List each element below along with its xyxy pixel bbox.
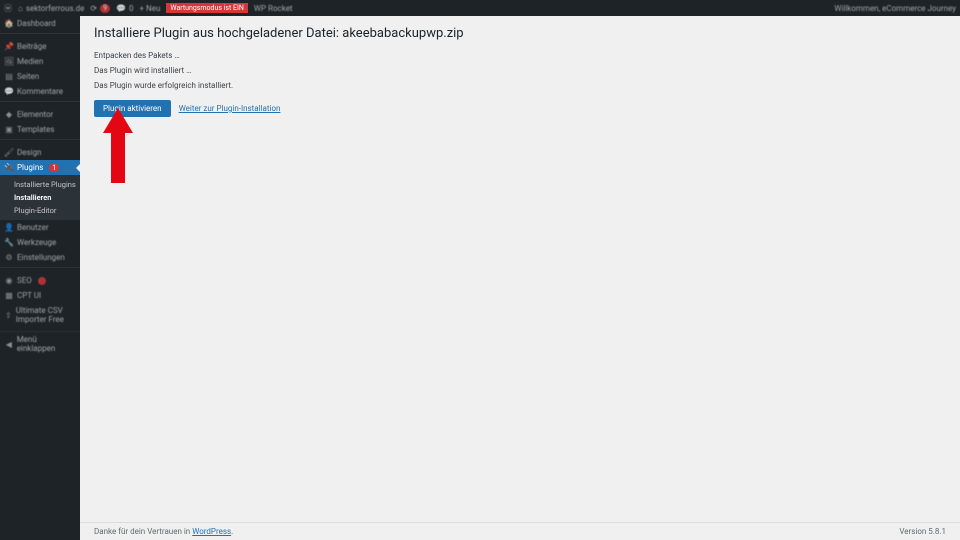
sidebar-item-templates[interactable]: ▣ Templates bbox=[0, 122, 80, 137]
comments-item[interactable]: 💬 0 bbox=[116, 4, 133, 13]
maintenance-item[interactable]: Wartungsmodus ist EIN bbox=[166, 3, 248, 13]
new-content-item[interactable]: + Neu bbox=[140, 4, 161, 13]
sidebar-label: Medien bbox=[17, 57, 43, 66]
cpt-icon: ▦ bbox=[5, 292, 13, 300]
sidebar-label: Elementor bbox=[17, 110, 53, 119]
sidebar-label: CPT UI bbox=[17, 291, 41, 300]
sidebar-item-elementor[interactable]: ◆ Elementor bbox=[0, 107, 80, 122]
action-row: Plugin aktivieren Weiter zur Plugin-Inst… bbox=[94, 100, 946, 117]
comments-icon: 💬 bbox=[5, 88, 13, 96]
sidebar-label: Kommentare bbox=[17, 87, 63, 96]
sidebar-label: Design bbox=[17, 148, 41, 157]
sidebar-item-comments[interactable]: 💬 Kommentare bbox=[0, 84, 80, 99]
sidebar-label: Menü einklappen bbox=[17, 335, 75, 353]
footer-wp-link[interactable]: WordPress bbox=[192, 527, 231, 536]
sidebar-label: SEO bbox=[17, 276, 32, 285]
install-status-line: Das Plugin wird installiert … bbox=[94, 66, 946, 75]
footer-thanks: Danke für dein Vertrauen in WordPress. bbox=[94, 527, 233, 536]
refresh-icon: ⟳ bbox=[90, 4, 97, 13]
sidebar-label: Plugins bbox=[17, 163, 43, 172]
new-content-label: + Neu bbox=[140, 4, 161, 13]
back-to-installer-link[interactable]: Weiter zur Plugin-Installation bbox=[179, 104, 281, 113]
sidebar-label: Seiten bbox=[17, 72, 39, 81]
footer-thanks-text: Danke für dein Vertrauen in bbox=[94, 527, 192, 536]
media-icon: 🖼 bbox=[5, 58, 13, 66]
admin-footer: Danke für dein Vertrauen in WordPress. V… bbox=[80, 522, 960, 540]
sidebar-item-cpt[interactable]: ▦ CPT UI bbox=[0, 288, 80, 303]
dashboard-icon: 🏠 bbox=[5, 20, 13, 28]
collapse-icon: ◀ bbox=[5, 340, 13, 348]
templates-icon: ▣ bbox=[5, 126, 13, 134]
wrench-icon: 🔧 bbox=[5, 239, 13, 247]
sidebar-label: Dashboard bbox=[17, 19, 56, 28]
seo-icon: ◉ bbox=[5, 277, 13, 285]
sidebar-item-plugins[interactable]: 🔌 Plugins 1 bbox=[0, 160, 80, 175]
footer-period: . bbox=[231, 527, 233, 536]
wprocket-label: WP Rocket bbox=[254, 4, 293, 13]
activate-plugin-button[interactable]: Plugin aktivieren bbox=[94, 100, 171, 117]
install-status-line: Entpacken des Pakets … bbox=[94, 51, 946, 60]
sidebar-item-design[interactable]: 🖌 Design bbox=[0, 145, 80, 160]
page-icon: ▤ bbox=[5, 73, 13, 81]
sidebar-item-users[interactable]: 👤 Benutzer bbox=[0, 220, 80, 235]
sidebar-separator bbox=[0, 101, 80, 105]
admin-toolbar-left: ⓦ ⌂ sektorferrous.de ⟳ 9 💬 0 + Neu Wartu… bbox=[4, 3, 293, 14]
submenu-installed-plugins[interactable]: Installierte Plugins bbox=[14, 178, 80, 191]
gear-icon: ⚙ bbox=[5, 254, 13, 262]
wp-logo-icon[interactable]: ⓦ bbox=[4, 3, 12, 14]
maintenance-label: Wartungsmodus ist EIN bbox=[166, 3, 248, 13]
sidebar-label: Werkzeuge bbox=[17, 238, 56, 247]
sidebar-label: Benutzer bbox=[17, 223, 49, 232]
sidebar-collapse-button[interactable]: ◀ Menü einklappen bbox=[0, 331, 80, 356]
brush-icon: 🖌 bbox=[5, 149, 13, 157]
sidebar-label: Ultimate CSV Importer Free bbox=[16, 306, 75, 324]
user-icon: 👤 bbox=[5, 224, 13, 232]
sidebar-item-extra[interactable]: ⇪ Ultimate CSV Importer Free bbox=[0, 303, 80, 327]
site-name-item[interactable]: ⌂ sektorferrous.de bbox=[18, 4, 84, 13]
updates-badge: 9 bbox=[100, 4, 110, 13]
sidebar-label: Beiträge bbox=[17, 42, 46, 51]
comments-count: 0 bbox=[129, 4, 134, 13]
page-title: Installiere Plugin aus hochgeladener Dat… bbox=[94, 26, 946, 41]
sidebar-item-seo[interactable]: ◉ SEO bbox=[0, 273, 80, 288]
install-status-line: Das Plugin wurde erfolgreich installiert… bbox=[94, 81, 946, 90]
sidebar-item-dashboard[interactable]: 🏠 Dashboard bbox=[0, 16, 80, 31]
main-content: Installiere Plugin aus hochgeladener Dat… bbox=[80, 16, 960, 540]
admin-toolbar-right[interactable]: Willkommen, eCommerce Journey bbox=[834, 4, 956, 13]
wprocket-item[interactable]: WP Rocket bbox=[254, 4, 293, 13]
updates-item[interactable]: ⟳ 9 bbox=[90, 4, 110, 13]
comment-icon: 💬 bbox=[116, 4, 126, 13]
sidebar-label: Templates bbox=[17, 125, 54, 134]
submenu-plugin-editor[interactable]: Plugin-Editor bbox=[14, 204, 80, 217]
plugins-update-badge: 1 bbox=[49, 164, 59, 172]
sidebar-item-pages[interactable]: ▤ Seiten bbox=[0, 69, 80, 84]
home-icon: ⌂ bbox=[18, 4, 23, 13]
sidebar-item-settings[interactable]: ⚙ Einstellungen bbox=[0, 250, 80, 265]
sidebar-submenu-plugins: Installierte Plugins Installieren Plugin… bbox=[0, 175, 80, 220]
admin-sidebar: 🏠 Dashboard 📌 Beiträge 🖼 Medien ▤ Seiten… bbox=[0, 16, 80, 540]
admin-toolbar: ⓦ ⌂ sektorferrous.de ⟳ 9 💬 0 + Neu Wartu… bbox=[0, 0, 960, 16]
elementor-icon: ◆ bbox=[5, 111, 13, 119]
sidebar-separator bbox=[0, 267, 80, 271]
notification-dot-icon bbox=[38, 277, 46, 285]
sidebar-item-media[interactable]: 🖼 Medien bbox=[0, 54, 80, 69]
sidebar-item-tools[interactable]: 🔧 Werkzeuge bbox=[0, 235, 80, 250]
sidebar-separator bbox=[0, 33, 80, 37]
sidebar-separator bbox=[0, 139, 80, 143]
sidebar-label: Einstellungen bbox=[17, 253, 65, 262]
sidebar-item-posts[interactable]: 📌 Beiträge bbox=[0, 39, 80, 54]
footer-version: Version 5.8.1 bbox=[899, 527, 946, 536]
welcome-label: Willkommen, eCommerce Journey bbox=[834, 4, 956, 13]
submenu-install-plugin[interactable]: Installieren bbox=[14, 191, 80, 204]
pin-icon: 📌 bbox=[5, 43, 13, 51]
plug-icon: 🔌 bbox=[5, 164, 13, 172]
site-name-label: sektorferrous.de bbox=[26, 4, 85, 13]
importer-icon: ⇪ bbox=[5, 311, 12, 319]
